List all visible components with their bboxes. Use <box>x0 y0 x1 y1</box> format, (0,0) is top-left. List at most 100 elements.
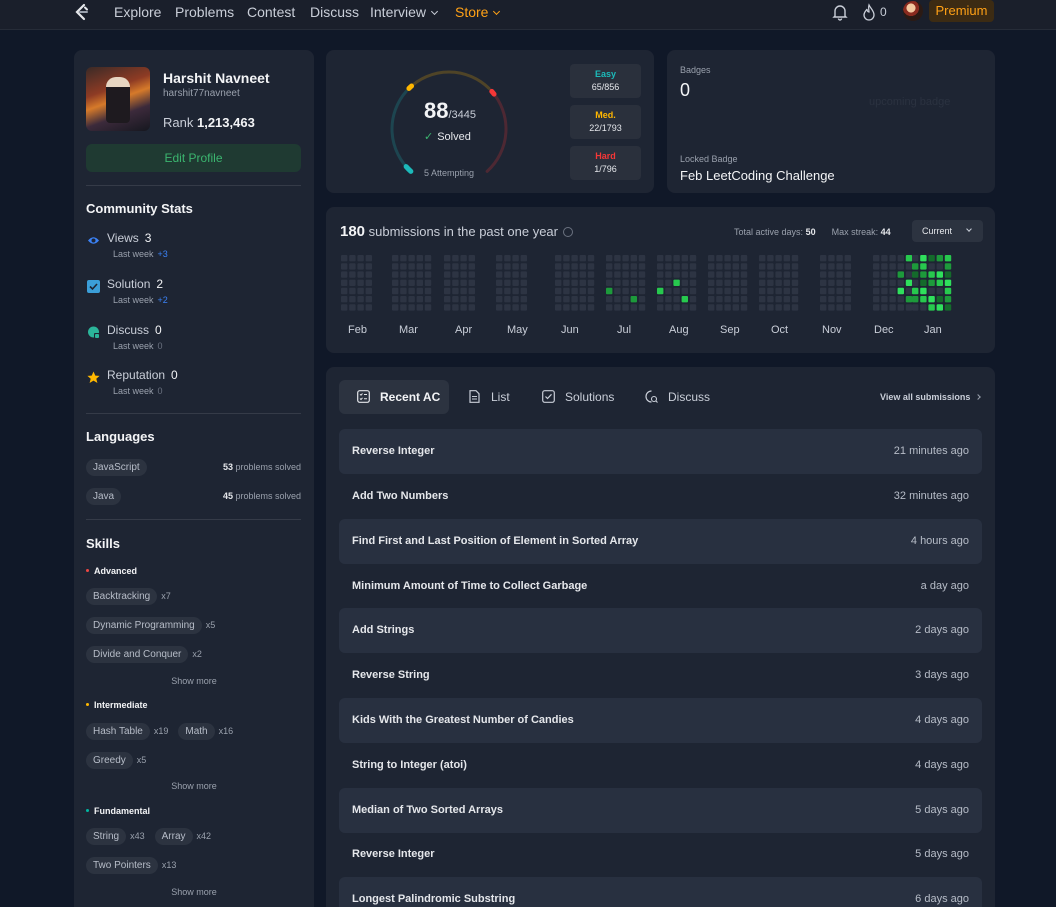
heatmap-cell[interactable] <box>775 304 782 311</box>
heatmap-cell[interactable] <box>563 271 570 278</box>
heatmap-cell[interactable] <box>828 263 835 270</box>
heatmap-cell[interactable] <box>579 287 586 295</box>
heatmap-cell[interactable] <box>920 287 927 295</box>
heatmap-cell[interactable] <box>681 255 688 262</box>
heatmap-cell[interactable] <box>724 304 731 311</box>
heatmap-cell[interactable] <box>716 304 723 311</box>
heatmap-cell[interactable] <box>357 263 364 270</box>
heatmap-cell[interactable] <box>638 263 646 270</box>
heatmap-cell[interactable] <box>496 255 503 262</box>
heatmap-cell[interactable] <box>791 255 799 262</box>
heatmap-cell[interactable] <box>936 287 943 295</box>
heatmap-cell[interactable] <box>759 271 766 278</box>
heatmap-cell[interactable] <box>400 287 407 295</box>
heatmap-cell[interactable] <box>571 296 578 303</box>
heatmap-cell[interactable] <box>365 296 372 303</box>
heatmap-cell[interactable] <box>400 304 407 311</box>
heatmap-cell[interactable] <box>657 279 664 286</box>
heatmap-cell[interactable] <box>587 304 595 311</box>
heatmap-cell[interactable] <box>341 304 348 311</box>
heatmap-cell[interactable] <box>708 296 715 303</box>
heatmap-cell[interactable] <box>452 287 459 295</box>
heatmap-cell[interactable] <box>724 255 731 262</box>
heatmap-cell[interactable] <box>496 279 503 286</box>
heatmap-cell[interactable] <box>520 287 527 295</box>
heatmap-cell[interactable] <box>912 255 919 262</box>
heatmap-cell[interactable] <box>504 255 511 262</box>
heatmap-cell[interactable] <box>732 263 739 270</box>
heatmap-cell[interactable] <box>928 296 935 303</box>
heatmap-cell[interactable] <box>563 287 570 295</box>
heatmap-cell[interactable] <box>716 263 723 270</box>
heatmap-cell[interactable] <box>630 296 637 303</box>
heatmap-cell[interactable] <box>775 279 782 286</box>
heatmap-cell[interactable] <box>889 263 896 270</box>
nav-explore[interactable]: Explore <box>114 4 161 20</box>
heatmap-cell[interactable] <box>400 296 407 303</box>
heatmap-cell[interactable] <box>936 271 943 278</box>
heatmap-cell[interactable] <box>912 304 919 311</box>
heatmap-cell[interactable] <box>889 304 896 311</box>
heatmap-cell[interactable] <box>681 271 688 278</box>
heatmap-cell[interactable] <box>460 263 467 270</box>
nav-interview[interactable]: Interview <box>370 4 439 20</box>
heatmap-cell[interactable] <box>689 287 697 295</box>
tab-solutions[interactable]: Solutions <box>542 380 614 414</box>
heatmap-cell[interactable] <box>460 287 467 295</box>
heatmap-cell[interactable] <box>881 255 888 262</box>
heatmap-cell[interactable] <box>716 296 723 303</box>
view-all-submissions-link[interactable]: View all submissions <box>880 392 982 402</box>
heatmap-cell[interactable] <box>416 255 423 262</box>
heatmap-cell[interactable] <box>341 287 348 295</box>
heatmap-cell[interactable] <box>889 255 896 262</box>
heatmap-cell[interactable] <box>759 279 766 286</box>
submission-row[interactable]: Find First and Last Position of Element … <box>339 519 982 564</box>
heatmap-cell[interactable] <box>740 271 748 278</box>
submission-row[interactable]: Kids With the Greatest Number of Candies… <box>339 698 982 743</box>
heatmap-cell[interactable] <box>365 287 372 295</box>
heatmap-cell[interactable] <box>606 271 613 278</box>
heatmap-cell[interactable] <box>881 279 888 286</box>
heatmap-cell[interactable] <box>622 287 629 295</box>
heatmap-cell[interactable] <box>357 304 364 311</box>
heatmap-cell[interactable] <box>606 304 613 311</box>
heatmap-cell[interactable] <box>468 279 475 286</box>
heatmap-cell[interactable] <box>783 271 790 278</box>
heatmap-cell[interactable] <box>783 279 790 286</box>
heatmap-cell[interactable] <box>614 279 621 286</box>
heatmap-cell[interactable] <box>606 255 613 262</box>
heatmap-cell[interactable] <box>365 271 372 278</box>
heatmap-cell[interactable] <box>357 296 364 303</box>
heatmap-cell[interactable] <box>606 279 613 286</box>
heatmap-cell[interactable] <box>665 296 672 303</box>
heatmap-cell[interactable] <box>791 296 799 303</box>
show-more-button[interactable]: Show more <box>74 887 314 897</box>
heatmap-cell[interactable] <box>520 304 527 311</box>
heatmap-cell[interactable] <box>349 296 356 303</box>
heatmap-cell[interactable] <box>416 271 423 278</box>
heatmap-cell[interactable] <box>791 304 799 311</box>
heatmap-cell[interactable] <box>424 255 432 262</box>
heatmap-cell[interactable] <box>365 279 372 286</box>
heatmap-cell[interactable] <box>571 287 578 295</box>
avatar[interactable] <box>903 1 923 21</box>
heatmap-cell[interactable] <box>759 263 766 270</box>
heatmap-cell[interactable] <box>341 279 348 286</box>
heatmap-cell[interactable] <box>844 304 851 311</box>
heatmap-cell[interactable] <box>444 279 451 286</box>
heatmap-cell[interactable] <box>920 304 927 311</box>
heatmap-cell[interactable] <box>563 263 570 270</box>
heatmap-cell[interactable] <box>638 255 646 262</box>
heatmap-cell[interactable] <box>349 304 356 311</box>
heatmap-cell[interactable] <box>732 255 739 262</box>
heatmap-cell[interactable] <box>820 263 827 270</box>
difficulty-easy[interactable]: Easy 65/856 <box>570 64 641 98</box>
heatmap-cell[interactable] <box>452 271 459 278</box>
fire-icon[interactable] <box>862 3 876 21</box>
heatmap-cell[interactable] <box>905 296 913 303</box>
heatmap-cell[interactable] <box>920 271 927 278</box>
heatmap-cell[interactable] <box>444 287 451 295</box>
heatmap-cell[interactable] <box>555 279 562 286</box>
heatmap-cell[interactable] <box>665 271 672 278</box>
edit-profile-button[interactable]: Edit Profile <box>86 144 301 172</box>
